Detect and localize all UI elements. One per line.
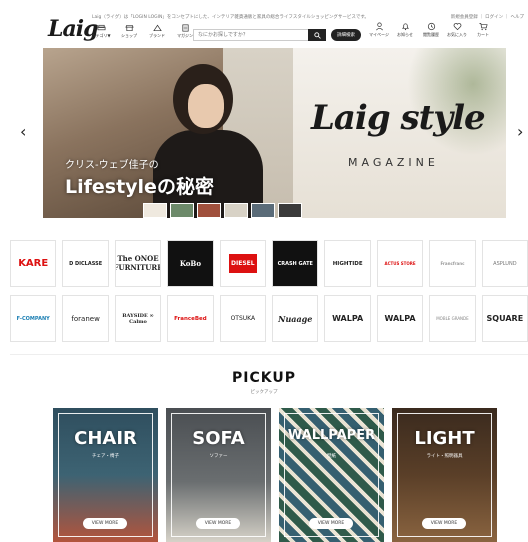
brand-icon [152,24,162,32]
brand-tile-otsuka[interactable]: OTSUKA [219,295,267,342]
pickup-card-light[interactable]: LIGHT ライト・照明器具 VIEW MORE [392,408,497,542]
cart-icon [478,22,488,31]
brand-tile-foranew[interactable]: foranew [62,295,109,342]
brand-tile-francfranc[interactable]: Francfranc [429,240,476,287]
carousel-thumb[interactable] [170,203,194,218]
hero-title: Lifestyleの秘密 [65,176,214,198]
nav-category-label: カテゴリ▼ [91,33,111,38]
hero-carousel[interactable]: クリス-ウェブ佳子の Lifestyleの秘密 Laig style MAGAZ… [43,48,506,218]
brand-name: CRASH GATE [277,260,313,267]
pickup-subtitle: ピックアップ [250,390,278,395]
brand-tile-bayside[interactable]: BAYSIDE ∞ Calmo [114,295,162,342]
hero-subtitle: クリス-ウェブ佳子の [65,160,159,171]
brand-tile-walpa[interactable]: WALPA [324,295,371,342]
mypage-label: マイページ [369,32,389,37]
favorites-label: お気に入り [447,32,467,37]
pickup-card-wallpaper[interactable]: WALLPAPER 壁紙 VIEW MORE [279,408,384,542]
carousel-thumb[interactable] [143,203,167,218]
carousel-thumb[interactable] [197,203,221,218]
card-subtitle: ライト・照明器具 [426,454,463,459]
card-subtitle: チェア・椅子 [92,454,119,459]
notifications-link[interactable]: お知らせ [394,22,416,38]
brand-tile-walpa-2[interactable]: WALPA [376,295,424,342]
pickup-card-chair[interactable]: CHAIR チェア・椅子 VIEW MORE [53,408,158,542]
site-tagline: Laig（ライグ）は「LOGIN LOGIN」をコンセプトにした、インテリア雑貨… [92,15,369,20]
view-more-button[interactable]: VIEW MORE [83,518,127,529]
magazine-logo: Laig style [311,98,486,138]
brand-tile-actus[interactable]: ACTUS STORE [376,240,424,287]
brand-name: BAYSIDE ∞ Calmo [122,312,154,325]
main-nav: カテゴリ▼ ショップ ブランド マガジン [90,24,196,39]
brand-tile-asplund[interactable]: ASPLUND [481,240,528,287]
bell-icon [401,23,409,31]
carousel-thumb[interactable] [278,203,302,218]
brand-tile-kobo[interactable]: KoBo [167,240,214,287]
mypage-link[interactable]: マイページ [368,22,390,38]
card-title: SOFA [192,428,245,449]
carousel-next-button[interactable]: › [517,122,523,141]
brand-tile-francebed[interactable]: FranceBed [167,295,214,342]
view-more-button[interactable]: VIEW MORE [196,518,240,529]
magazine-icon [181,24,189,32]
brand-tile-moble[interactable]: MOBLE GRANDE [429,295,476,342]
history-icon [427,22,435,31]
card-title: WALLPAPER [287,428,376,443]
card-title: LIGHT [414,428,475,449]
brand-row: KARE D DICLASSE The ONOE FURNITURE KoBo … [10,240,528,287]
cart-label: カート [477,32,489,37]
card-subtitle: ソファー [209,454,228,459]
site-header: Laig Laig（ライグ）は「LOGIN LOGIN」をコンセプトにした、イン… [0,0,528,46]
brand-tile-crashgate[interactable]: CRASH GATE [272,240,319,287]
account-links[interactable]: 新規会員登録 ｜ ログイン ｜ ヘルプ [451,14,524,20]
nav-shop[interactable]: ショップ [118,24,140,39]
brand-tile-kare[interactable]: KARE [10,240,57,287]
brand-tile-square[interactable]: SQUARE [481,295,528,342]
pickup-title: PICKUP [232,370,296,386]
carousel-thumb[interactable] [251,203,275,218]
carousel-prev-button[interactable]: ‹ [20,122,26,141]
brand-tile-diclasse[interactable]: D DICLASSE [62,240,109,287]
notifications-label: お知らせ [397,32,413,37]
brand-tile-diesel[interactable]: DIESEL [219,240,267,287]
carousel-thumb[interactable] [224,203,248,218]
favorites-link[interactable]: お気に入り [446,22,468,38]
view-more-button[interactable]: VIEW MORE [309,518,353,529]
carousel-thumbnails [143,203,302,218]
magazine-label: MAGAZINE [348,156,439,169]
user-icon [375,22,383,31]
pickup-card-sofa[interactable]: SOFA ソファー VIEW MORE [166,408,271,542]
history-label: 閲覧履歴 [423,32,439,37]
nav-shop-label: ショップ [121,33,137,38]
history-link[interactable]: 閲覧履歴 [420,22,442,38]
brand-tile-onoe[interactable]: The ONOE FURNITURE [114,240,162,287]
brand-row: F-COMPANY foranew BAYSIDE ∞ Calmo France… [10,295,528,342]
brand-grid: KARE D DICLASSE The ONOE FURNITURE KoBo … [10,240,528,350]
sofa-icon [97,24,105,31]
nav-brand[interactable]: ブランド [146,24,168,39]
view-more-button[interactable]: VIEW MORE [422,518,466,529]
search-button[interactable] [308,29,326,41]
model-face [188,84,224,128]
brand-tile-hightide[interactable]: HIGHTIDE [324,240,371,287]
card-subtitle: 壁紙 [327,454,336,459]
card-title: CHAIR [74,428,137,449]
heart-icon [453,23,461,31]
section-divider [10,354,528,355]
brand-name: DIESEL [229,254,257,273]
cart-link[interactable]: カート [472,22,494,38]
pickup-cards: CHAIR チェア・椅子 VIEW MORE SOFA ソファー VIEW MO… [53,408,497,542]
brand-tile-nuaage[interactable]: Nuaage [272,295,319,342]
search-input[interactable] [193,29,308,41]
detail-search-button[interactable]: 詳細検索 [331,29,361,41]
shop-icon [124,24,134,32]
search-icon [313,31,321,39]
nav-brand-label: ブランド [149,33,165,38]
user-menu: マイページ お知らせ 閲覧履歴 お気に入り カート [368,22,494,38]
brand-name: The ONOE FURNITURE [114,254,162,272]
nav-category[interactable]: カテゴリ▼ [90,24,112,39]
brand-tile-fcompany[interactable]: F-COMPANY [10,295,57,342]
